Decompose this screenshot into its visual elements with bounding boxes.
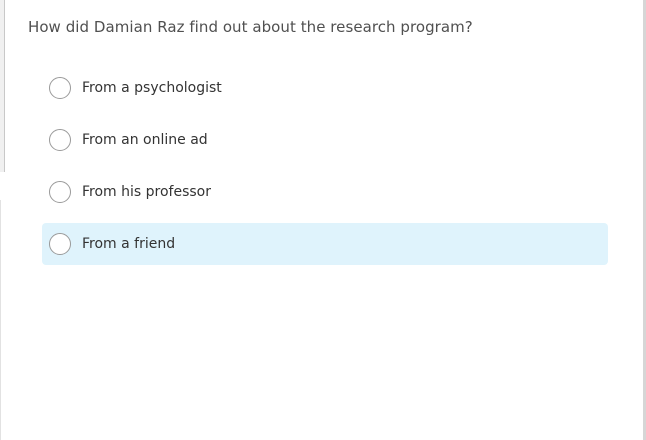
option-friend[interactable]: From a friend <box>42 223 608 265</box>
window-frame-divider <box>0 200 1 440</box>
radio-button-icon[interactable] <box>49 129 71 151</box>
radio-button-icon[interactable] <box>49 233 71 255</box>
option-label: From his professor <box>82 184 211 200</box>
window-frame-left <box>0 0 5 172</box>
option-label: From an online ad <box>82 132 208 148</box>
question-text: How did Damian Raz find out about the re… <box>28 18 473 36</box>
radio-button-icon[interactable] <box>49 181 71 203</box>
option-psychologist[interactable]: From a psychologist <box>42 67 608 109</box>
answer-options: From a psychologist From an online ad Fr… <box>42 67 608 275</box>
option-professor[interactable]: From his professor <box>42 171 608 213</box>
option-label: From a friend <box>82 236 176 252</box>
radio-button-icon[interactable] <box>49 77 71 99</box>
option-label: From a psychologist <box>82 80 222 96</box>
option-online-ad[interactable]: From an online ad <box>42 119 608 161</box>
